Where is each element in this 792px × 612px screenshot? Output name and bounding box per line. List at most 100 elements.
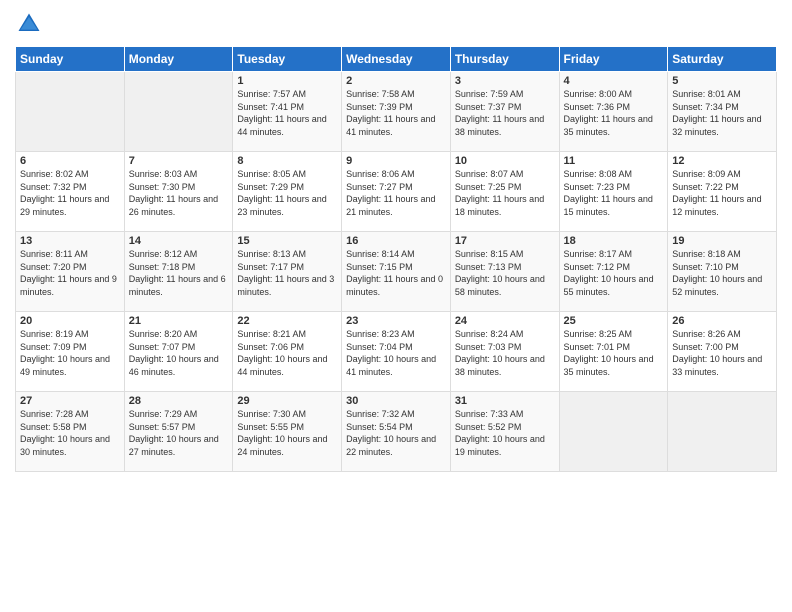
col-header-monday: Monday	[124, 47, 233, 72]
day-cell: 6Sunrise: 8:02 AM Sunset: 7:32 PM Daylig…	[16, 152, 125, 232]
day-cell: 1Sunrise: 7:57 AM Sunset: 7:41 PM Daylig…	[233, 72, 342, 152]
day-info: Sunrise: 8:23 AM Sunset: 7:04 PM Dayligh…	[346, 328, 446, 378]
col-header-wednesday: Wednesday	[342, 47, 451, 72]
day-number: 3	[455, 75, 555, 87]
day-cell: 10Sunrise: 8:07 AM Sunset: 7:25 PM Dayli…	[450, 152, 559, 232]
day-number: 20	[20, 315, 120, 327]
day-cell: 30Sunrise: 7:32 AM Sunset: 5:54 PM Dayli…	[342, 392, 451, 472]
day-number: 28	[129, 395, 229, 407]
day-cell	[559, 392, 668, 472]
day-cell: 17Sunrise: 8:15 AM Sunset: 7:13 PM Dayli…	[450, 232, 559, 312]
logo	[15, 10, 47, 38]
day-info: Sunrise: 7:57 AM Sunset: 7:41 PM Dayligh…	[237, 88, 337, 138]
logo-icon	[15, 10, 43, 38]
day-info: Sunrise: 8:13 AM Sunset: 7:17 PM Dayligh…	[237, 248, 337, 298]
day-number: 26	[672, 315, 772, 327]
day-cell: 7Sunrise: 8:03 AM Sunset: 7:30 PM Daylig…	[124, 152, 233, 232]
day-cell: 15Sunrise: 8:13 AM Sunset: 7:17 PM Dayli…	[233, 232, 342, 312]
day-info: Sunrise: 8:19 AM Sunset: 7:09 PM Dayligh…	[20, 328, 120, 378]
day-number: 5	[672, 75, 772, 87]
day-number: 30	[346, 395, 446, 407]
day-number: 17	[455, 235, 555, 247]
day-number: 9	[346, 155, 446, 167]
day-cell: 5Sunrise: 8:01 AM Sunset: 7:34 PM Daylig…	[668, 72, 777, 152]
day-cell: 27Sunrise: 7:28 AM Sunset: 5:58 PM Dayli…	[16, 392, 125, 472]
day-number: 19	[672, 235, 772, 247]
day-info: Sunrise: 8:14 AM Sunset: 7:15 PM Dayligh…	[346, 248, 446, 298]
day-cell: 3Sunrise: 7:59 AM Sunset: 7:37 PM Daylig…	[450, 72, 559, 152]
day-cell: 22Sunrise: 8:21 AM Sunset: 7:06 PM Dayli…	[233, 312, 342, 392]
day-number: 31	[455, 395, 555, 407]
day-number: 11	[564, 155, 664, 167]
col-header-saturday: Saturday	[668, 47, 777, 72]
col-header-sunday: Sunday	[16, 47, 125, 72]
header	[15, 10, 777, 38]
day-cell: 21Sunrise: 8:20 AM Sunset: 7:07 PM Dayli…	[124, 312, 233, 392]
week-row-4: 20Sunrise: 8:19 AM Sunset: 7:09 PM Dayli…	[16, 312, 777, 392]
day-info: Sunrise: 8:18 AM Sunset: 7:10 PM Dayligh…	[672, 248, 772, 298]
week-row-3: 13Sunrise: 8:11 AM Sunset: 7:20 PM Dayli…	[16, 232, 777, 312]
day-cell: 11Sunrise: 8:08 AM Sunset: 7:23 PM Dayli…	[559, 152, 668, 232]
col-header-thursday: Thursday	[450, 47, 559, 72]
day-number: 22	[237, 315, 337, 327]
day-cell: 19Sunrise: 8:18 AM Sunset: 7:10 PM Dayli…	[668, 232, 777, 312]
day-cell: 26Sunrise: 8:26 AM Sunset: 7:00 PM Dayli…	[668, 312, 777, 392]
day-number: 13	[20, 235, 120, 247]
calendar-header-row: SundayMondayTuesdayWednesdayThursdayFrid…	[16, 47, 777, 72]
day-number: 12	[672, 155, 772, 167]
day-number: 24	[455, 315, 555, 327]
day-number: 18	[564, 235, 664, 247]
day-number: 27	[20, 395, 120, 407]
calendar: SundayMondayTuesdayWednesdayThursdayFrid…	[15, 46, 777, 472]
day-cell: 2Sunrise: 7:58 AM Sunset: 7:39 PM Daylig…	[342, 72, 451, 152]
day-number: 29	[237, 395, 337, 407]
day-info: Sunrise: 8:06 AM Sunset: 7:27 PM Dayligh…	[346, 168, 446, 218]
day-cell: 9Sunrise: 8:06 AM Sunset: 7:27 PM Daylig…	[342, 152, 451, 232]
day-number: 25	[564, 315, 664, 327]
day-cell	[668, 392, 777, 472]
day-info: Sunrise: 8:08 AM Sunset: 7:23 PM Dayligh…	[564, 168, 664, 218]
day-info: Sunrise: 8:09 AM Sunset: 7:22 PM Dayligh…	[672, 168, 772, 218]
day-number: 14	[129, 235, 229, 247]
day-cell: 8Sunrise: 8:05 AM Sunset: 7:29 PM Daylig…	[233, 152, 342, 232]
day-info: Sunrise: 7:33 AM Sunset: 5:52 PM Dayligh…	[455, 408, 555, 458]
day-info: Sunrise: 7:32 AM Sunset: 5:54 PM Dayligh…	[346, 408, 446, 458]
day-info: Sunrise: 8:25 AM Sunset: 7:01 PM Dayligh…	[564, 328, 664, 378]
day-number: 1	[237, 75, 337, 87]
day-info: Sunrise: 8:07 AM Sunset: 7:25 PM Dayligh…	[455, 168, 555, 218]
day-info: Sunrise: 8:00 AM Sunset: 7:36 PM Dayligh…	[564, 88, 664, 138]
day-info: Sunrise: 7:28 AM Sunset: 5:58 PM Dayligh…	[20, 408, 120, 458]
day-number: 4	[564, 75, 664, 87]
day-info: Sunrise: 8:17 AM Sunset: 7:12 PM Dayligh…	[564, 248, 664, 298]
day-number: 15	[237, 235, 337, 247]
day-number: 6	[20, 155, 120, 167]
day-cell: 29Sunrise: 7:30 AM Sunset: 5:55 PM Dayli…	[233, 392, 342, 472]
day-info: Sunrise: 7:30 AM Sunset: 5:55 PM Dayligh…	[237, 408, 337, 458]
day-number: 21	[129, 315, 229, 327]
day-cell: 24Sunrise: 8:24 AM Sunset: 7:03 PM Dayli…	[450, 312, 559, 392]
day-info: Sunrise: 8:24 AM Sunset: 7:03 PM Dayligh…	[455, 328, 555, 378]
day-cell: 13Sunrise: 8:11 AM Sunset: 7:20 PM Dayli…	[16, 232, 125, 312]
day-number: 23	[346, 315, 446, 327]
day-info: Sunrise: 8:03 AM Sunset: 7:30 PM Dayligh…	[129, 168, 229, 218]
day-info: Sunrise: 8:26 AM Sunset: 7:00 PM Dayligh…	[672, 328, 772, 378]
day-info: Sunrise: 8:20 AM Sunset: 7:07 PM Dayligh…	[129, 328, 229, 378]
day-info: Sunrise: 8:05 AM Sunset: 7:29 PM Dayligh…	[237, 168, 337, 218]
week-row-1: 1Sunrise: 7:57 AM Sunset: 7:41 PM Daylig…	[16, 72, 777, 152]
day-info: Sunrise: 8:12 AM Sunset: 7:18 PM Dayligh…	[129, 248, 229, 298]
day-cell: 23Sunrise: 8:23 AM Sunset: 7:04 PM Dayli…	[342, 312, 451, 392]
day-cell: 18Sunrise: 8:17 AM Sunset: 7:12 PM Dayli…	[559, 232, 668, 312]
day-cell: 4Sunrise: 8:00 AM Sunset: 7:36 PM Daylig…	[559, 72, 668, 152]
week-row-2: 6Sunrise: 8:02 AM Sunset: 7:32 PM Daylig…	[16, 152, 777, 232]
day-number: 7	[129, 155, 229, 167]
day-cell: 16Sunrise: 8:14 AM Sunset: 7:15 PM Dayli…	[342, 232, 451, 312]
day-cell: 12Sunrise: 8:09 AM Sunset: 7:22 PM Dayli…	[668, 152, 777, 232]
day-info: Sunrise: 7:59 AM Sunset: 7:37 PM Dayligh…	[455, 88, 555, 138]
day-cell: 20Sunrise: 8:19 AM Sunset: 7:09 PM Dayli…	[16, 312, 125, 392]
day-info: Sunrise: 8:02 AM Sunset: 7:32 PM Dayligh…	[20, 168, 120, 218]
day-cell: 31Sunrise: 7:33 AM Sunset: 5:52 PM Dayli…	[450, 392, 559, 472]
day-info: Sunrise: 8:21 AM Sunset: 7:06 PM Dayligh…	[237, 328, 337, 378]
day-number: 8	[237, 155, 337, 167]
day-cell: 28Sunrise: 7:29 AM Sunset: 5:57 PM Dayli…	[124, 392, 233, 472]
day-cell: 25Sunrise: 8:25 AM Sunset: 7:01 PM Dayli…	[559, 312, 668, 392]
